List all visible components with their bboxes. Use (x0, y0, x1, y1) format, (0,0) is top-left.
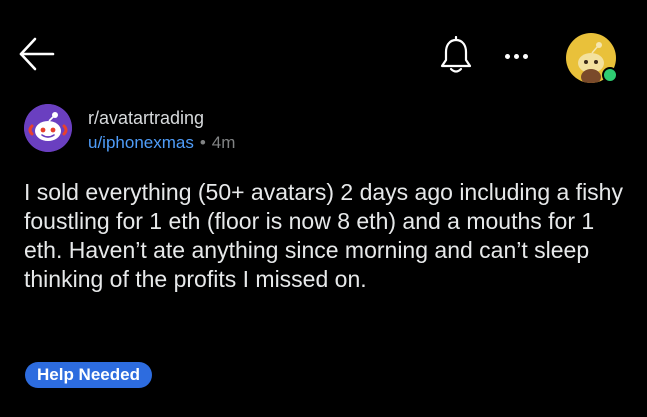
post-header: r/avatartrading u/iphonexmas • 4m (24, 100, 624, 160)
notifications-button[interactable] (436, 36, 476, 76)
post-age: 4m (211, 133, 236, 152)
arrow-left-icon (19, 37, 55, 71)
more-horizontal-icon (503, 53, 530, 59)
online-indicator (602, 67, 618, 83)
post-body-text: I sold everything (50+ avatars) 2 days a… (24, 179, 623, 292)
top-bar (0, 0, 647, 110)
author-username[interactable]: u/iphonexmas (88, 133, 194, 152)
post-meta: u/iphonexmas • 4m (88, 133, 235, 153)
subreddit-icon[interactable] (24, 104, 72, 152)
meta-separator: • (199, 133, 206, 152)
back-button[interactable] (14, 32, 58, 76)
bell-icon (440, 36, 472, 73)
post-flair[interactable]: Help Needed (25, 362, 152, 388)
subreddit-name[interactable]: r/avatartrading (88, 108, 204, 129)
more-options-button[interactable] (496, 36, 536, 76)
user-avatar[interactable] (566, 33, 620, 87)
